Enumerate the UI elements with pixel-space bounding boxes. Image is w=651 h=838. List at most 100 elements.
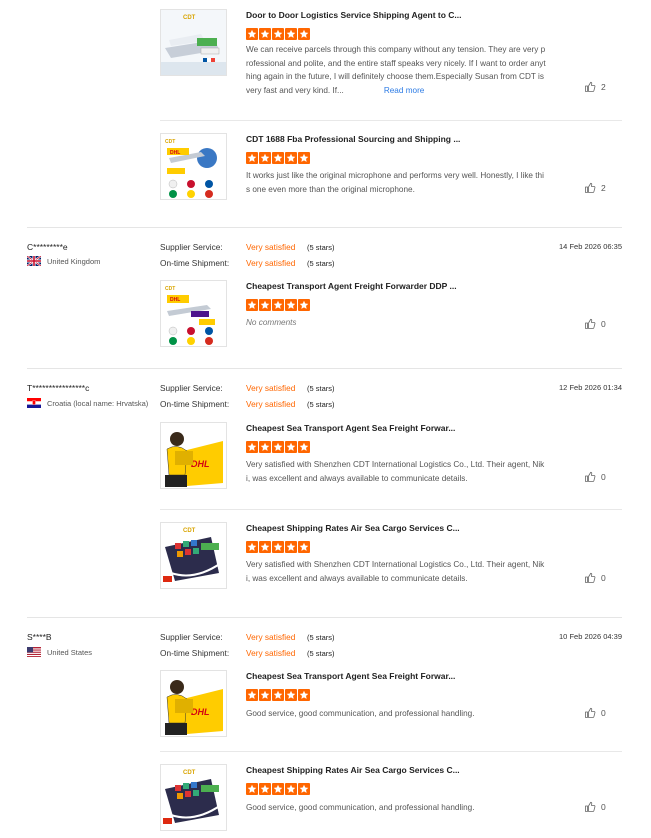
star-icon xyxy=(272,541,284,553)
product-image[interactable]: CDT DHL xyxy=(160,280,227,347)
reviewer-country: United States xyxy=(27,647,92,657)
star-icon xyxy=(272,152,284,164)
star-icon xyxy=(285,689,297,701)
review-divider xyxy=(27,368,622,369)
product-image[interactable]: CDT xyxy=(160,9,227,76)
product-title[interactable]: Cheapest Shipping Rates Air Sea Cargo Se… xyxy=(246,765,546,775)
like-button[interactable]: 0 xyxy=(584,572,606,584)
divider xyxy=(160,120,622,121)
us-flag-icon xyxy=(27,647,41,657)
thumbs-up-icon xyxy=(584,471,596,483)
supplier-service-label: Supplier Service: xyxy=(160,242,223,252)
product-image[interactable]: CDT DHL xyxy=(160,133,227,200)
review-comment: We can receive parcels through this comp… xyxy=(246,45,546,95)
svg-text:CDT: CDT xyxy=(165,286,175,292)
like-count: 0 xyxy=(601,708,606,718)
like-button[interactable]: 0 xyxy=(584,318,606,330)
review-comment: No comments xyxy=(246,318,297,327)
star-icon xyxy=(246,783,258,795)
star-icon xyxy=(285,441,297,453)
supplier-service-value: Very satisfied xyxy=(246,242,296,252)
product-title[interactable]: CDT 1688 Fba Professional Sourcing and S… xyxy=(246,134,546,144)
like-button[interactable]: 2 xyxy=(584,182,606,194)
star-rating xyxy=(246,299,310,311)
like-button[interactable]: 0 xyxy=(584,707,606,719)
read-more-link[interactable]: Read more xyxy=(384,86,425,95)
shipment-value: Very satisfied xyxy=(246,258,296,268)
star-icon xyxy=(285,28,297,40)
supplier-service-stars: (5 stars) xyxy=(307,633,335,642)
review-comment: Very satisfied with Shenzhen CDT Interna… xyxy=(246,460,545,483)
star-rating xyxy=(246,541,310,553)
like-count: 0 xyxy=(601,472,606,482)
review-date: 14 Feb 2026 06:35 xyxy=(559,242,622,251)
star-icon xyxy=(298,441,310,453)
review-comment: It works just like the original micropho… xyxy=(246,171,544,194)
product-image[interactable]: DHL xyxy=(160,422,227,489)
shipment-stars: (5 stars) xyxy=(307,259,335,268)
reviewer-name: T****************c xyxy=(27,383,90,393)
product-title[interactable]: Cheapest Sea Transport Agent Sea Freight… xyxy=(246,671,546,681)
review-comment: Very satisfied with Shenzhen CDT Interna… xyxy=(246,560,545,583)
product-image[interactable]: DHL xyxy=(160,670,227,737)
thumbs-up-icon xyxy=(584,318,596,330)
dhl-plane-icon: CDT DHL xyxy=(161,134,226,199)
star-icon xyxy=(259,783,271,795)
like-button[interactable]: 0 xyxy=(584,801,606,813)
product-title[interactable]: Door to Door Logistics Service Shipping … xyxy=(246,10,546,20)
product-image[interactable]: CDT xyxy=(160,764,227,831)
star-icon xyxy=(298,28,310,40)
star-icon xyxy=(285,299,297,311)
star-icon xyxy=(272,28,284,40)
supplier-service-label: Supplier Service: xyxy=(160,632,223,642)
product-image[interactable]: CDT xyxy=(160,522,227,589)
star-icon xyxy=(259,152,271,164)
review-divider xyxy=(27,227,622,228)
dhl-courier-icon: DHL xyxy=(161,671,226,736)
star-icon xyxy=(246,689,258,701)
like-button[interactable]: 0 xyxy=(584,471,606,483)
product-title[interactable]: Cheapest Transport Agent Freight Forward… xyxy=(246,281,546,291)
review-comment: Good service, good communication, and pr… xyxy=(246,803,475,812)
svg-text:CDT: CDT xyxy=(183,528,196,534)
star-icon xyxy=(246,541,258,553)
shipment-label: On-time Shipment: xyxy=(160,399,230,409)
reviewer-name: S****B xyxy=(27,632,52,642)
divider xyxy=(160,751,622,752)
star-icon xyxy=(246,152,258,164)
star-rating xyxy=(246,689,310,701)
svg-text:CDT: CDT xyxy=(165,139,175,145)
like-button[interactable]: 2 xyxy=(584,81,606,93)
shipment-label: On-time Shipment: xyxy=(160,648,230,658)
star-icon xyxy=(259,299,271,311)
star-rating xyxy=(246,441,310,453)
star-icon xyxy=(272,689,284,701)
supplier-service-value: Very satisfied xyxy=(246,383,296,393)
plane-trucks-icon: CDT DHL xyxy=(161,281,226,346)
supplier-service-stars: (5 stars) xyxy=(307,243,335,252)
reviewer-name: C*********e xyxy=(27,242,68,252)
svg-text:DHL: DHL xyxy=(170,150,180,156)
star-icon xyxy=(259,441,271,453)
like-count: 2 xyxy=(601,82,606,92)
supplier-service-label: Supplier Service: xyxy=(160,383,223,393)
shipment-value: Very satisfied xyxy=(246,648,296,658)
star-icon xyxy=(298,783,310,795)
product-title[interactable]: Cheapest Sea Transport Agent Sea Freight… xyxy=(246,423,546,433)
svg-text:CDT: CDT xyxy=(183,770,196,776)
reviewer-country: United Kingdom xyxy=(27,256,100,266)
shipment-stars: (5 stars) xyxy=(307,400,335,409)
like-count: 0 xyxy=(601,573,606,583)
svg-text:DHL: DHL xyxy=(170,297,180,303)
like-count: 0 xyxy=(601,802,606,812)
star-rating xyxy=(246,783,310,795)
star-rating xyxy=(246,28,310,40)
star-rating xyxy=(246,152,310,164)
divider xyxy=(160,509,622,510)
shipment-label: On-time Shipment: xyxy=(160,258,230,268)
thumbs-up-icon xyxy=(584,572,596,584)
star-icon xyxy=(285,152,297,164)
star-icon xyxy=(285,783,297,795)
svg-text:CDT: CDT xyxy=(183,15,196,21)
product-title[interactable]: Cheapest Shipping Rates Air Sea Cargo Se… xyxy=(246,523,546,533)
